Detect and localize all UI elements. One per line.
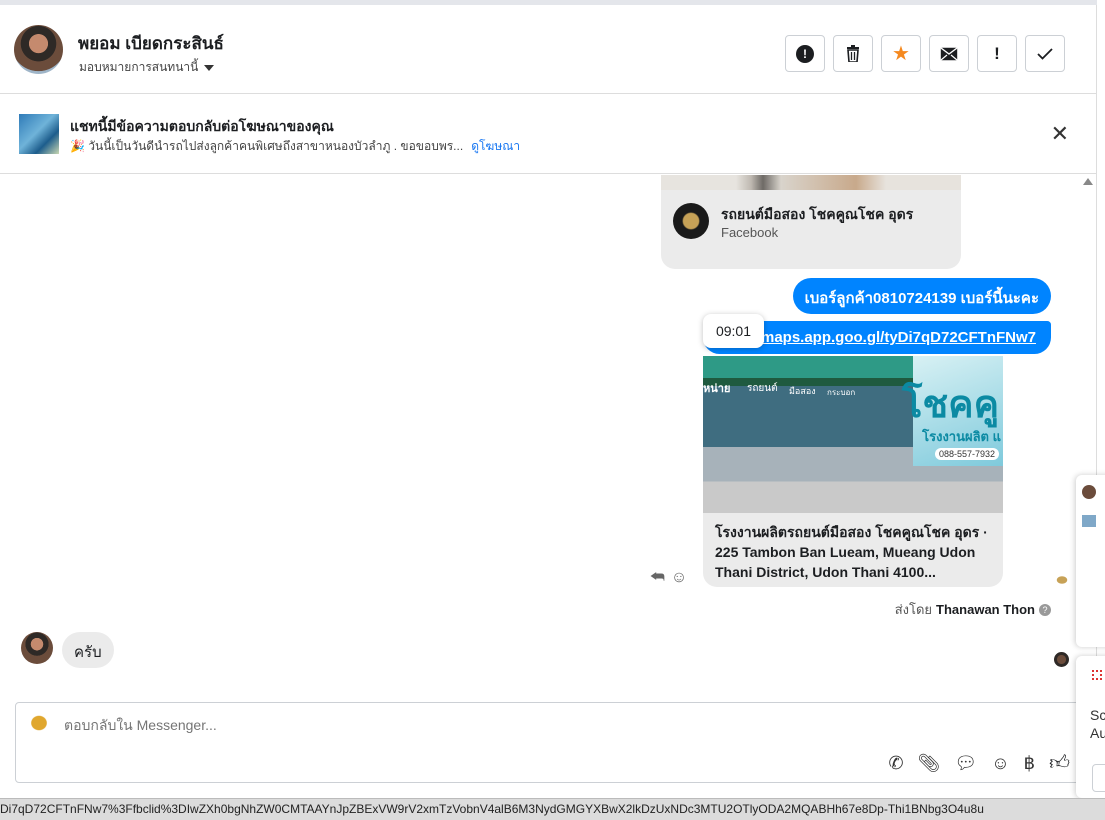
thumbs-up-icon[interactable]: 👍︎ [1049,751,1070,775]
close-icon[interactable]: ✕ [1051,123,1069,145]
assign-conversation-dropdown[interactable]: มอบหมายการสนทนานี้ [79,58,215,77]
saved-reply-icon[interactable]: 💬︎ [954,753,977,774]
store-label-4: กระบอก [827,388,856,397]
side-panel-text: Sc Au [1090,706,1105,742]
trash-icon [847,45,859,62]
follow-up-button[interactable]: ! [977,35,1017,72]
scroll-up-arrow-icon[interactable] [1083,178,1093,185]
shared-post-image[interactable] [661,175,961,190]
sent-by-line: ส่งโดย Thanawan Thon ? [895,599,1051,620]
page-logo-icon [26,715,52,735]
composer-toolbar: ✆ 📎︎ 💬︎ ☺ ฿ 👍︎ [888,751,1070,775]
side-panel-text-1: Sc [1090,707,1105,723]
shared-page-source: Facebook [721,225,779,240]
link-preview-card[interactable]: หน่าย รถยนต์ มือสอง กระบอก โชคคู โรงงานผ… [703,356,1003,587]
assign-label: มอบหมายการสนทนานี้ [79,60,199,74]
message-thread[interactable]: รถยนต์มือสอง โชคคูณโชค อุดร Facebook เบอ… [0,175,1097,700]
browser-status-bar: Di7qD72CFTnFNw7%3Ffbclid%3DIwZXh0bgNhZW0… [0,798,1105,820]
side-notification-panel[interactable] [1076,475,1105,647]
read-receipt-avatar [1054,652,1069,667]
ad-thumbnail [19,114,59,154]
emoji-icon[interactable]: ☺ [991,753,1009,774]
shared-page-title: รถยนต์มือสอง โชคคูณโชค อุดร [721,206,914,222]
view-ad-link[interactable]: ดูโฆษณา [471,137,520,156]
contact-name[interactable]: พยอม เบียดกระสินธ์ [78,30,224,57]
help-icon[interactable]: ? [1039,603,1051,616]
store-phone: 088-557-7932 [934,448,999,460]
side-panel-button[interactable] [1092,764,1105,792]
page-logo [673,203,709,239]
ad-banner-title: แชทนี้มีข้อความตอบกลับต่อโฆษณาของคุณ [70,118,334,134]
exclamation-icon: ! [994,43,1000,63]
outgoing-message[interactable]: เบอร์ลูกค้า0810724139 เบอร์นี้นะคะ [792,278,1051,314]
header-actions: ! ★ ! [785,35,1065,72]
conversation-header: พยอม เบียดกระสินธ์ มอบหมายการสนทนานี้ ! … [0,0,1097,94]
ad-reply-banner: แชทนี้มีข้อความตอบกลับต่อโฆษณาของคุณ 🎉 ว… [0,94,1097,174]
ad-banner-text: 🎉 วันนี้เป็นวันดีนำรถไปส่งลูกค้าคนพิเศษถ… [70,139,464,153]
paperclip-icon[interactable]: 📎︎ [918,753,941,774]
contact-avatar[interactable] [14,25,63,74]
message-composer: ✆ 📎︎ 💬︎ ☺ ฿ 👍︎ [15,702,1085,783]
emoji-react-icon[interactable]: ☺ [671,569,687,587]
reply-icon[interactable]: ⮪ [650,569,665,587]
store-sign-text: โชคคู [901,384,999,426]
sent-by-name: Thanawan Thon [936,602,1035,617]
message-actions: ⮪ ☺ [650,569,687,587]
store-sign-sub: โรงงานผลิต แ [922,429,1001,444]
store-label-2: รถยนต์ [747,383,778,394]
inbox-conversation: พยอม เบียดกระสินธ์ มอบหมายการสนทนานี้ ! … [0,0,1097,798]
spam-button[interactable]: ! [785,35,825,72]
link-preview-description: โรงงานผลิตรถยนต์มือสอง โชคคูณโชค อุดร · … [715,524,988,580]
schedule-icon [1092,670,1102,680]
incoming-avatar[interactable] [21,632,53,664]
alert-circle-icon: ! [796,44,814,63]
store-label-1: หน่าย [703,383,731,395]
phone-icon[interactable]: ✆ [888,753,903,774]
notification-thumbnail [1082,515,1096,527]
delete-button[interactable] [833,35,873,72]
incoming-message[interactable]: ครับ [62,632,114,668]
store-label-3: มือสอง [789,386,816,396]
timestamp-tooltip: 09:01 [703,314,764,348]
seen-page-icon [1055,575,1069,585]
mark-unread-button[interactable] [929,35,969,72]
star-button[interactable]: ★ [881,35,921,72]
sent-by-prefix: ส่งโดย [894,602,933,617]
notification-avatar [1082,485,1096,499]
reply-input[interactable] [64,717,664,733]
star-icon: ★ [892,42,910,65]
shared-page-card[interactable]: รถยนต์มือสอง โชคคูณโชค อุดร Facebook [661,190,961,269]
check-icon [1037,47,1053,60]
link-preview-image: หน่าย รถยนต์ มือสอง กระบอก โชคคู โรงงานผ… [703,356,1003,513]
side-schedule-panel[interactable]: Sc Au [1076,656,1105,798]
mark-done-button[interactable] [1025,35,1065,72]
side-panel-text-2: Au [1090,725,1105,741]
envelope-icon [940,46,958,60]
baht-icon[interactable]: ฿ [1024,753,1035,774]
ad-banner-line: 🎉 วันนี้เป็นวันดีนำรถไปส่งลูกค้าคนพิเศษถ… [70,137,520,156]
caret-down-icon [204,64,215,71]
